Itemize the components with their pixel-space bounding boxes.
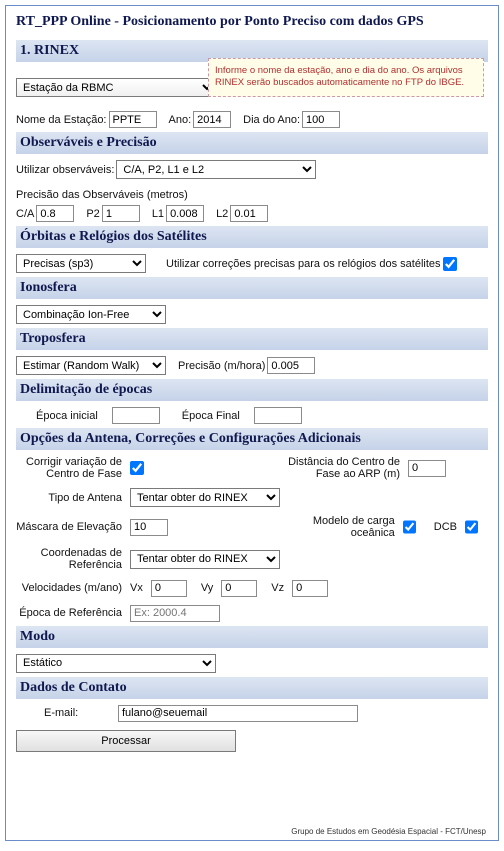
section-observaveis: Observáveis e Precisão (16, 132, 488, 154)
dcb-checkbox[interactable] (465, 520, 478, 534)
p2-label: P2 (86, 208, 99, 220)
precisao-obs-title: Precisão das Observáveis (metros) (16, 189, 488, 201)
corr-fase-checkbox[interactable] (130, 461, 144, 475)
l1-label: L1 (152, 208, 164, 220)
troposfera-select[interactable]: Estimar (Random Walk) (16, 356, 166, 375)
tipo-antena-label: Tipo de Antena (16, 492, 126, 504)
section-troposfera: Troposfera (16, 328, 488, 350)
epoca-final-input[interactable] (254, 407, 302, 424)
page-title: RT_PPP Online - Posicionamento por Ponto… (16, 12, 488, 36)
dia-ano-input[interactable] (302, 111, 340, 128)
section-ionosfera: Ionosfera (16, 277, 488, 299)
section-orbitas: Órbitas e Relógios dos Satélites (16, 226, 488, 248)
l2-input[interactable] (230, 205, 268, 222)
dcb-label: DCB (434, 521, 461, 533)
utilizar-obs-label: Utilizar observáveis: (16, 164, 114, 176)
rinex-source-select[interactable]: Estação da RBMC (16, 78, 216, 97)
dist-arp-label: Distância do Centro de Fase ao ARP (m) (284, 456, 404, 480)
ano-input[interactable] (193, 111, 231, 128)
tipo-antena-select[interactable]: Tentar obter do RINEX (130, 488, 280, 507)
mascara-input[interactable] (130, 519, 168, 536)
dia-ano-label: Dia do Ano: (243, 114, 300, 126)
epoca-final-label: Época Final (182, 410, 240, 422)
epoca-ref-input[interactable] (130, 605, 220, 622)
dist-arp-input[interactable] (408, 460, 446, 477)
ca-input[interactable] (36, 205, 74, 222)
vx-input[interactable] (151, 580, 187, 597)
carga-oceanica-checkbox[interactable] (403, 520, 416, 534)
ionosfera-select[interactable]: Combinação Ion-Free (16, 305, 166, 324)
nome-estacao-label: Nome da Estação: (16, 114, 107, 126)
p2-input[interactable] (102, 205, 140, 222)
email-input[interactable] (118, 705, 358, 722)
section-modo: Modo (16, 626, 488, 648)
email-label: E-mail: (44, 707, 104, 719)
mascara-label: Máscara de Elevação (16, 521, 126, 533)
section-epocas: Delimitação de épocas (16, 379, 488, 401)
relogios-label: Utilizar correções precisas para os reló… (166, 258, 441, 270)
utilizar-obs-select[interactable]: C/A, P2, L1 e L2 (116, 160, 316, 179)
vx-label: Vx (130, 582, 147, 594)
carga-oceanica-label: Modelo de carga oceânica (284, 515, 399, 539)
epoca-ref-label: Época de Referência (16, 607, 126, 619)
orbitas-select[interactable]: Precisas (sp3) (16, 254, 146, 273)
processar-button[interactable]: Processar (16, 730, 236, 752)
coord-ref-select[interactable]: Tentar obter do RINEX (130, 550, 280, 569)
vy-input[interactable] (221, 580, 257, 597)
ano-label: Ano: (169, 114, 192, 126)
vy-label: Vy (201, 582, 217, 594)
section-contato: Dados de Contato (16, 677, 488, 699)
epoca-inicial-label: Época inicial (36, 410, 98, 422)
footer-text: Grupo de Estudos em Geodésia Espacial - … (291, 827, 486, 836)
modo-select[interactable]: Estático (16, 654, 216, 673)
l1-input[interactable] (166, 205, 204, 222)
section-antena: Opções da Antena, Correções e Configuraç… (16, 428, 488, 450)
l2-label: L2 (216, 208, 228, 220)
coord-ref-label: Coordenadas de Referência (16, 547, 126, 571)
info-box: Informe o nome da estação, ano e dia do … (208, 58, 484, 97)
relogios-checkbox[interactable] (443, 257, 457, 271)
nome-estacao-input[interactable] (109, 111, 157, 128)
vz-label: Vz (271, 582, 288, 594)
trop-prec-label: Precisão (m/hora) (178, 360, 265, 372)
epoca-inicial-input[interactable] (112, 407, 160, 424)
trop-prec-input[interactable] (267, 357, 315, 374)
velocidades-label: Velocidades (m/ano) (16, 582, 126, 594)
corr-fase-label: Corrigir variação de Centro de Fase (16, 456, 126, 480)
vz-input[interactable] (292, 580, 328, 597)
ca-label: C/A (16, 208, 34, 220)
